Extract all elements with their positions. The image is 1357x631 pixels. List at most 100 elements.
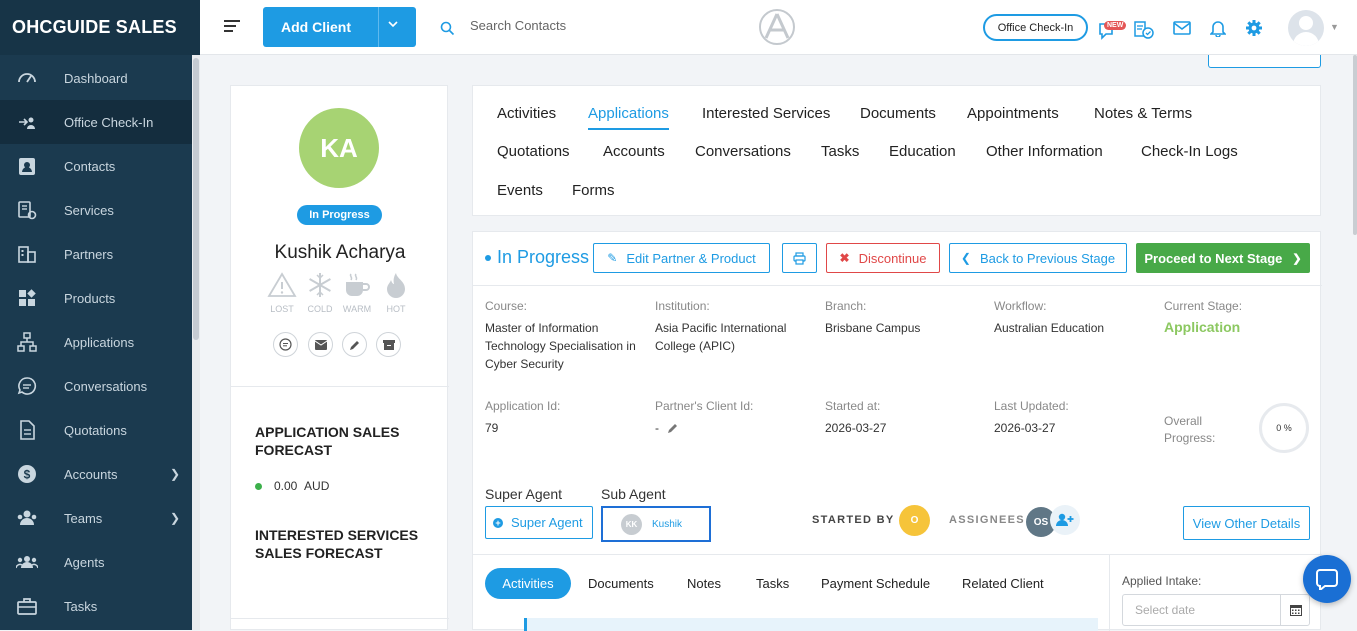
sidebar-item-conversations[interactable]: Conversations	[0, 364, 192, 408]
sidebar-item-quotations[interactable]: Quotations	[0, 408, 192, 452]
document-check-icon[interactable]	[1133, 20, 1155, 45]
sidebar-scroll-thumb[interactable]	[193, 58, 199, 340]
support-chat-button[interactable]	[1303, 555, 1351, 603]
institution-label: Institution:	[655, 299, 710, 313]
calendar-icon[interactable]	[1280, 595, 1310, 625]
sidebar-item-agents[interactable]: Agents	[0, 540, 192, 584]
temp-label: WARM	[342, 304, 372, 314]
search-input[interactable]	[470, 18, 690, 33]
lead-cold-option[interactable]: COLD	[302, 272, 338, 314]
back-to-previous-stage-button[interactable]: ❮ Back to Previous Stage	[949, 243, 1127, 273]
chat-bubble-icon	[1316, 569, 1338, 590]
tab-activities[interactable]: Activities	[497, 105, 556, 122]
applied-intake-field[interactable]	[1122, 594, 1310, 626]
tab-other-information[interactable]: Other Information	[986, 143, 1103, 160]
chevron-down-icon[interactable]	[386, 17, 400, 34]
add-client-button[interactable]: Add Client	[263, 7, 416, 47]
sidebar-item-label: Teams	[64, 510, 103, 526]
view-other-details-button[interactable]: View Other Details	[1183, 506, 1310, 540]
sidebar-item-products[interactable]: Products	[0, 276, 192, 320]
sidebar-item-dashboard[interactable]: Dashboard	[0, 56, 192, 100]
application-forecast-title: APPLICATION SALES FORECAST	[255, 424, 400, 458]
lead-lost-option[interactable]: LOST	[264, 272, 300, 314]
add-super-agent-button[interactable]: + Super Agent	[485, 506, 593, 539]
archive-button[interactable]	[376, 332, 401, 357]
tab-education[interactable]: Education	[889, 143, 956, 160]
bell-icon[interactable]	[1209, 19, 1227, 42]
tab-events[interactable]: Events	[497, 182, 543, 199]
subtab-documents[interactable]: Documents	[588, 576, 654, 591]
pencil-icon[interactable]	[667, 421, 679, 439]
menu-toggle-icon[interactable]	[224, 20, 240, 35]
lead-hot-option[interactable]: HOT	[378, 272, 414, 314]
sidebar-item-tasks[interactable]: Tasks	[0, 584, 192, 628]
last-updated-value: 2026-03-27	[994, 421, 1056, 435]
current-stage-label: Current Stage:	[1164, 299, 1243, 313]
page-scrollbar[interactable]	[1353, 55, 1357, 235]
chevron-right-icon: ❯	[169, 511, 180, 525]
client-tabs: Activities Applications Interested Servi…	[472, 85, 1321, 216]
tab-accounts[interactable]: Accounts	[603, 143, 665, 160]
tab-forms[interactable]: Forms	[572, 182, 615, 199]
subtab-activities[interactable]: Activities	[485, 568, 571, 599]
brand-title[interactable]: OHCGUIDE SALES	[0, 0, 200, 55]
overall-progress-ring: 0 %	[1259, 403, 1309, 453]
sidebar-item-label: Agents	[64, 554, 105, 570]
sidebar-item-services[interactable]: Services	[0, 188, 192, 232]
sidebar-item-label: Accounts	[64, 466, 118, 482]
message-button[interactable]	[273, 332, 298, 357]
started-at-value: 2026-03-27	[825, 421, 887, 435]
warning-icon	[267, 272, 297, 297]
activity-timeline-item	[524, 618, 1098, 631]
gear-icon[interactable]	[1245, 19, 1263, 42]
subtab-tasks[interactable]: Tasks	[756, 576, 789, 591]
tab-applications[interactable]: Applications	[588, 105, 669, 130]
tab-notes-terms[interactable]: Notes & Terms	[1094, 105, 1192, 122]
search-icon[interactable]	[440, 21, 455, 41]
started-by-avatar[interactable]: O	[899, 505, 930, 536]
user-avatar[interactable]	[1288, 10, 1324, 46]
add-assignee-button[interactable]	[1050, 505, 1080, 535]
top-action-button[interactable]	[1208, 55, 1321, 68]
sidebar-item-label: Products	[64, 290, 116, 306]
intake-date-input[interactable]	[1135, 603, 1275, 617]
company-logo-icon	[758, 8, 796, 51]
gauge-icon	[16, 67, 38, 89]
sidebar-item-teams[interactable]: Teams ❯	[0, 496, 192, 540]
lead-warm-option[interactable]: WARM	[339, 272, 375, 314]
subtab-payment-schedule[interactable]: Payment Schedule	[821, 576, 930, 591]
tab-checkin-logs[interactable]: Check-In Logs	[1141, 143, 1238, 160]
discontinue-button[interactable]: ✖ Discontinue	[826, 243, 940, 273]
sidebar-item-contacts[interactable]: Contacts	[0, 144, 192, 188]
sub-agent-chip[interactable]: KK Kushik	[601, 506, 711, 542]
mail-icon	[314, 339, 327, 350]
tab-quotations[interactable]: Quotations	[497, 143, 570, 160]
sidebar-item-applications[interactable]: Applications	[0, 320, 192, 364]
tab-tasks[interactable]: Tasks	[821, 143, 859, 160]
proceed-next-stage-button[interactable]: Proceed to Next Stage ❯	[1136, 243, 1310, 273]
office-checkin-button[interactable]: Office Check-In	[983, 14, 1088, 41]
subtab-related-client[interactable]: Related Client	[962, 576, 1044, 591]
last-updated-label: Last Updated:	[994, 399, 1069, 413]
sidebar-item-partners[interactable]: Partners	[0, 232, 192, 276]
services-forecast-title: INTERESTED SERVICES SALES FORECAST	[255, 527, 419, 561]
tab-conversations[interactable]: Conversations	[695, 143, 791, 160]
edit-partner-product-button[interactable]: ✎ Edit Partner & Product	[593, 243, 770, 273]
application-detail-panel: In Progress ✎ Edit Partner & Product ✖ Dis…	[472, 231, 1322, 631]
sidebar-item-office-checkin[interactable]: Office Check-In	[0, 100, 192, 144]
tab-documents[interactable]: Documents	[860, 105, 936, 122]
email-button[interactable]	[308, 332, 333, 357]
tab-interested-services[interactable]: Interested Services	[702, 105, 830, 122]
mail-icon[interactable]	[1173, 20, 1191, 41]
print-button[interactable]	[782, 243, 817, 273]
branch-value: Brisbane Campus	[825, 321, 921, 335]
edit-client-button[interactable]	[342, 332, 367, 357]
started-by-label: STARTED BY	[812, 514, 895, 526]
sub-agent-avatar: KK	[621, 513, 642, 535]
chevron-down-icon[interactable]: ▼	[1330, 22, 1339, 32]
sidebar-item-accounts[interactable]: $ Accounts ❯	[0, 452, 192, 496]
application-stage-title: In Progress	[485, 247, 589, 268]
subtab-notes[interactable]: Notes	[687, 576, 721, 591]
tab-appointments[interactable]: Appointments	[967, 105, 1059, 122]
applied-intake-label: Applied Intake:	[1122, 574, 1202, 588]
